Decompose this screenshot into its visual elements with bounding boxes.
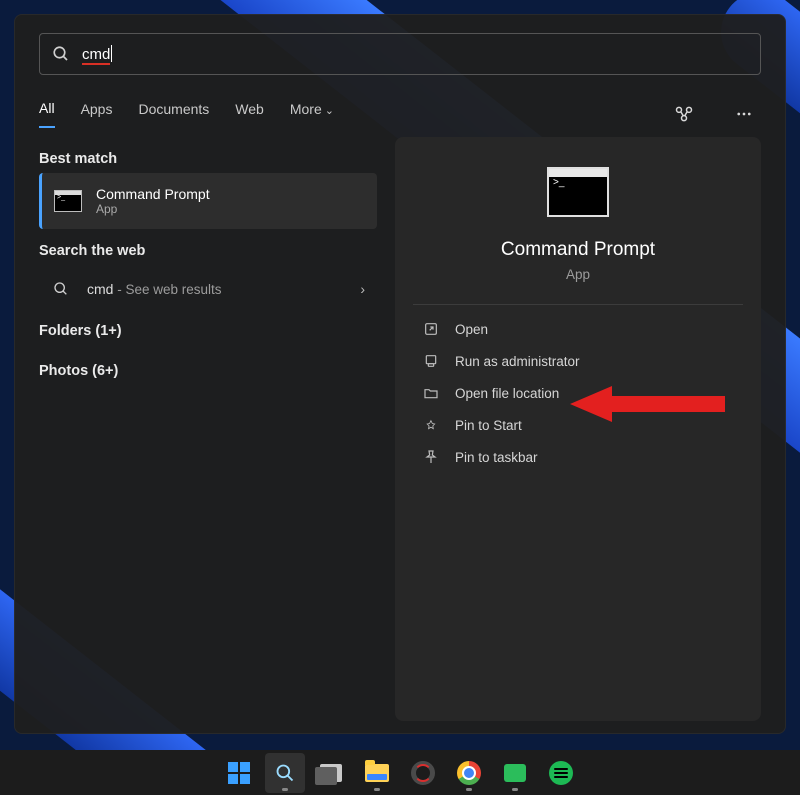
photos-heading[interactable]: Photos (6+) <box>39 363 377 379</box>
tab-apps[interactable]: Apps <box>81 101 113 127</box>
divider <box>413 304 743 305</box>
action-pin-to-start[interactable]: Pin to Start <box>413 409 743 441</box>
result-command-prompt[interactable]: Command Prompt App <box>39 173 377 229</box>
action-label: Pin to taskbar <box>455 450 538 465</box>
folder-icon <box>423 385 439 401</box>
action-open[interactable]: Open <box>413 313 743 345</box>
spotify-button[interactable] <box>541 753 581 793</box>
best-match-heading: Best match <box>39 151 377 167</box>
taskbar-search-button[interactable] <box>265 753 305 793</box>
pin-icon <box>423 417 439 433</box>
tab-all[interactable]: All <box>39 100 55 128</box>
taskbar <box>0 750 800 795</box>
detail-subtitle: App <box>413 267 743 282</box>
tab-web[interactable]: Web <box>235 101 264 127</box>
detail-title: Command Prompt <box>413 239 743 261</box>
task-view-icon <box>320 764 342 782</box>
action-label: Open <box>455 322 488 337</box>
shield-icon <box>423 353 439 369</box>
search-value: cmd <box>82 45 112 63</box>
action-pin-to-taskbar[interactable]: Pin to taskbar <box>413 441 743 473</box>
result-subtitle: App <box>96 202 210 216</box>
share-icon[interactable] <box>667 97 701 131</box>
search-icon <box>275 763 295 783</box>
chevron-right-icon: › <box>360 281 365 297</box>
opera-icon <box>411 761 435 785</box>
action-label: Open file location <box>455 386 559 401</box>
chrome-icon <box>457 761 481 785</box>
chat-icon <box>504 764 526 782</box>
folder-icon <box>365 764 389 782</box>
search-web-heading: Search the web <box>39 243 377 259</box>
search-icon <box>53 281 69 297</box>
chrome-button[interactable] <box>449 753 489 793</box>
task-view-button[interactable] <box>311 753 351 793</box>
result-title: Command Prompt <box>96 186 210 203</box>
open-icon <box>423 321 439 337</box>
pin-icon <box>423 449 439 465</box>
start-button[interactable] <box>219 753 259 793</box>
result-detail-panel: Command Prompt App Open Run as administr… <box>395 137 761 721</box>
tab-documents[interactable]: Documents <box>138 101 209 127</box>
command-prompt-icon <box>547 167 609 217</box>
start-search-panel: cmd All Apps Documents Web More⌄ Best ma… <box>14 14 786 734</box>
command-prompt-icon <box>54 190 82 212</box>
opera-button[interactable] <box>403 753 443 793</box>
chat-app-button[interactable] <box>495 753 535 793</box>
action-open-file-location[interactable]: Open file location <box>413 377 743 409</box>
search-icon <box>52 45 70 63</box>
action-run-as-administrator[interactable]: Run as administrator <box>413 345 743 377</box>
filter-tabs: All Apps Documents Web More⌄ <box>39 97 761 131</box>
file-explorer-button[interactable] <box>357 753 397 793</box>
windows-logo-icon <box>228 762 250 784</box>
web-result-row[interactable]: cmd - See web results › <box>39 265 377 313</box>
tab-more[interactable]: More⌄ <box>290 101 334 127</box>
more-options-icon[interactable] <box>727 97 761 131</box>
action-label: Pin to Start <box>455 418 522 433</box>
search-input[interactable]: cmd <box>39 33 761 75</box>
folders-heading[interactable]: Folders (1+) <box>39 323 377 339</box>
action-label: Run as administrator <box>455 354 580 369</box>
web-result-label: cmd - See web results <box>87 281 222 297</box>
spotify-icon <box>549 761 573 785</box>
